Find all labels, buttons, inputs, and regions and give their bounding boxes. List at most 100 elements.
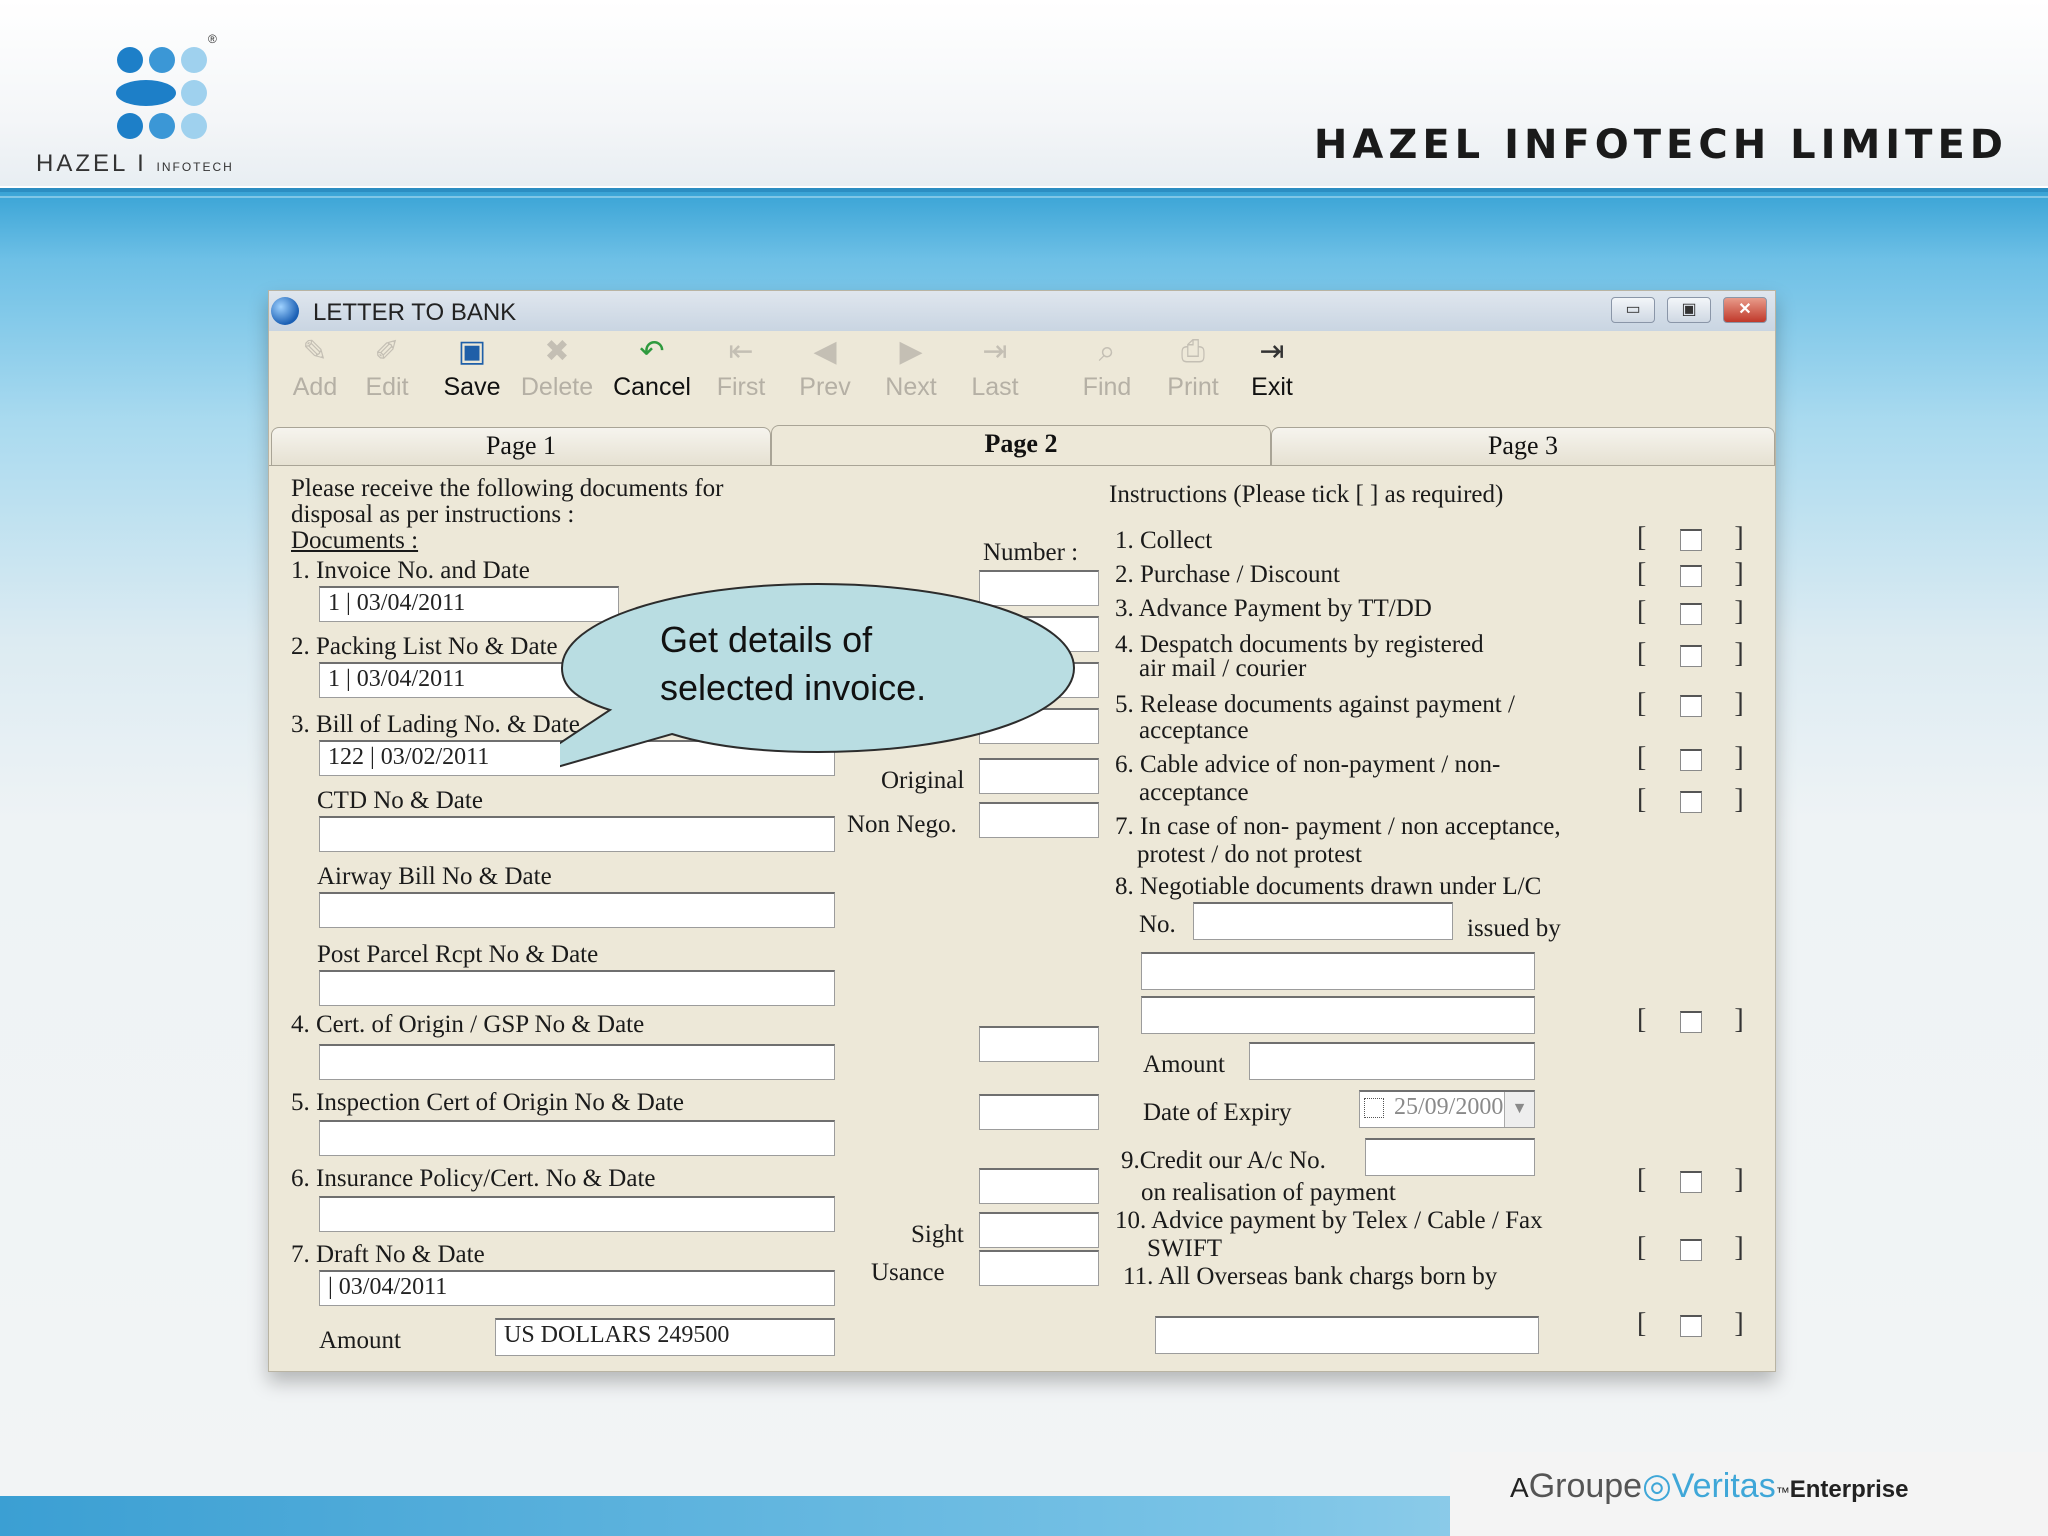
draft-field[interactable]: | 03/04/2011 (319, 1270, 835, 1306)
expiry-checkbox[interactable] (1364, 1098, 1384, 1118)
chevron-down-icon[interactable]: ▼ (1504, 1092, 1534, 1127)
toolbar-label: Print (1167, 373, 1219, 401)
chk-advance[interactable]: [] (1637, 596, 1744, 628)
checkbox[interactable] (1680, 1238, 1703, 1261)
chk-negotiable[interactable]: [] (1637, 1004, 1744, 1036)
chk-credit[interactable]: [] (1637, 1164, 1744, 1196)
footer-veritas: Veritas (1671, 1467, 1776, 1505)
expiry-date-picker[interactable]: 25/09/2000 ▼ (1359, 1090, 1535, 1128)
footer-a: A (1510, 1472, 1529, 1503)
insurance-number-field[interactable] (979, 1168, 1099, 1204)
tab-page-2[interactable]: Page 2 (771, 425, 1271, 465)
callout-line-2: selected invoice. (660, 667, 927, 708)
overseas-charges-field[interactable] (1155, 1316, 1539, 1354)
chk-protest[interactable]: [] (1637, 784, 1744, 816)
number-label: Number : (983, 539, 1079, 566)
first-button[interactable]: ⇤ First (709, 335, 773, 415)
next-button[interactable]: ▶ Next (879, 335, 943, 415)
sight-field[interactable] (979, 1212, 1099, 1248)
ctd-field[interactable] (319, 816, 835, 852)
issued-by-field-2[interactable] (1141, 996, 1535, 1034)
find-button[interactable]: ⌕ Find (1075, 335, 1139, 415)
non-nego-label: Non Nego. (847, 811, 957, 838)
exit-button[interactable]: ⇥ Exit (1245, 335, 1299, 415)
maximize-button[interactable]: ▣ (1667, 297, 1711, 323)
close-button[interactable]: ✕ (1723, 297, 1767, 323)
inspection-number-field[interactable] (979, 1094, 1099, 1130)
post-parcel-label: Post Parcel Rcpt No & Date (317, 941, 599, 968)
chk-overseas[interactable]: [] (1637, 1308, 1744, 1340)
checkbox[interactable] (1680, 564, 1703, 587)
groupe-veritas-logo: AGroupe◎Veritas™Enterprise (1510, 1466, 1908, 1506)
tab-page-1[interactable]: Page 1 (271, 427, 771, 465)
account-no-field[interactable] (1365, 1138, 1535, 1176)
minimize-button[interactable]: ▭ (1611, 297, 1655, 323)
packing-list-label: 2. Packing List No & Date (291, 633, 558, 660)
cert-origin-field[interactable] (319, 1044, 835, 1080)
origin-number-field[interactable] (979, 1026, 1099, 1062)
save-icon: ▣ (457, 335, 487, 368)
logo-dots-icon (116, 47, 207, 139)
usance-field[interactable] (979, 1250, 1099, 1286)
print-button[interactable]: ⎙ Print (1161, 335, 1225, 415)
checkbox[interactable] (1680, 1170, 1703, 1193)
toolbar-label: Find (1082, 373, 1132, 401)
checkbox[interactable] (1680, 694, 1703, 717)
chk-despatch[interactable]: [] (1637, 638, 1744, 670)
checkbox[interactable] (1680, 748, 1703, 771)
toolbar-label: Edit (365, 373, 409, 401)
insurance-policy-field[interactable] (319, 1196, 835, 1232)
issued-by-field-1[interactable] (1141, 952, 1535, 990)
lc-amount-label: Amount (1143, 1051, 1225, 1078)
post-parcel-field[interactable] (319, 970, 835, 1006)
checkbox[interactable] (1680, 1314, 1703, 1337)
cancel-button[interactable]: ↶ Cancel (607, 335, 697, 415)
veritas-swirl-icon: ◎ (1642, 1467, 1672, 1505)
add-button[interactable]: ✎ Add (285, 335, 345, 415)
instr-advice-2: SWIFT (1147, 1235, 1222, 1262)
chk-release[interactable]: [] (1637, 688, 1744, 720)
chk-collect[interactable]: [] (1637, 522, 1744, 554)
amount-field[interactable]: US DOLLARS 249500 (495, 1318, 835, 1356)
instructions-heading: Instructions (Please tick [ ] as require… (1109, 481, 1504, 508)
toolbar-label: Delete (520, 373, 594, 401)
checkbox[interactable] (1680, 528, 1703, 551)
toolbar-label: Next (885, 373, 937, 401)
chk-advice[interactable]: [] (1637, 1232, 1744, 1264)
instr-release-2: acceptance (1139, 717, 1249, 744)
edit-button[interactable]: ✐ Edit (357, 335, 417, 415)
prev-button[interactable]: ◀ Prev (793, 335, 857, 415)
checkbox[interactable] (1680, 1010, 1703, 1033)
usance-label: Usance (871, 1259, 945, 1286)
expiry-date-value: 25/09/2000 (1394, 1094, 1504, 1120)
checkbox[interactable] (1680, 602, 1703, 625)
save-button[interactable]: ▣ Save (437, 335, 507, 415)
airway-bill-field[interactable] (319, 892, 835, 928)
letter-to-bank-window: LETTER TO BANK ▭ ▣ ✕ ✎ Add ✐ Edit ▣ Save ✖ Dele… (268, 290, 1776, 1372)
toolbar-label: Save (443, 373, 501, 401)
last-button[interactable]: ⇥ Last (963, 335, 1027, 415)
chk-cable[interactable]: [] (1637, 742, 1744, 774)
checkbox[interactable] (1680, 790, 1703, 813)
title-bar[interactable]: LETTER TO BANK ▭ ▣ ✕ (269, 291, 1775, 331)
tab-page-3[interactable]: Page 3 (1271, 427, 1775, 465)
lc-amount-field[interactable] (1249, 1042, 1535, 1080)
toolbar-label: First (716, 373, 766, 401)
lc-no-field[interactable] (1193, 902, 1453, 940)
inspection-cert-label: 5. Inspection Cert of Origin No & Date (291, 1089, 684, 1116)
insurance-policy-label: 6. Insurance Policy/Cert. No & Date (291, 1165, 656, 1192)
checkbox[interactable] (1680, 644, 1703, 667)
tab-strip: Page 1 Page 2 Page 3 (269, 425, 1775, 465)
next-icon: ▶ (899, 335, 923, 368)
chk-purchase[interactable]: [] (1637, 558, 1744, 590)
delete-button[interactable]: ✖ Delete (515, 335, 599, 415)
window-title: LETTER TO BANK (313, 299, 517, 326)
instr-cable-1: 6. Cable advice of non-payment / non- (1115, 751, 1501, 778)
instr-advance: 3. Advance Payment by TT/DD (1115, 595, 1432, 622)
inspection-cert-field[interactable] (319, 1120, 835, 1156)
instr-release-1: 5. Release documents against payment / (1115, 691, 1515, 718)
expiry-label: Date of Expiry (1143, 1099, 1292, 1126)
instr-advice-1: 10. Advice payment by Telex / Cable / Fa… (1115, 1207, 1543, 1234)
last-icon: ⇥ (982, 335, 1008, 368)
add-icon: ✎ (302, 335, 328, 368)
